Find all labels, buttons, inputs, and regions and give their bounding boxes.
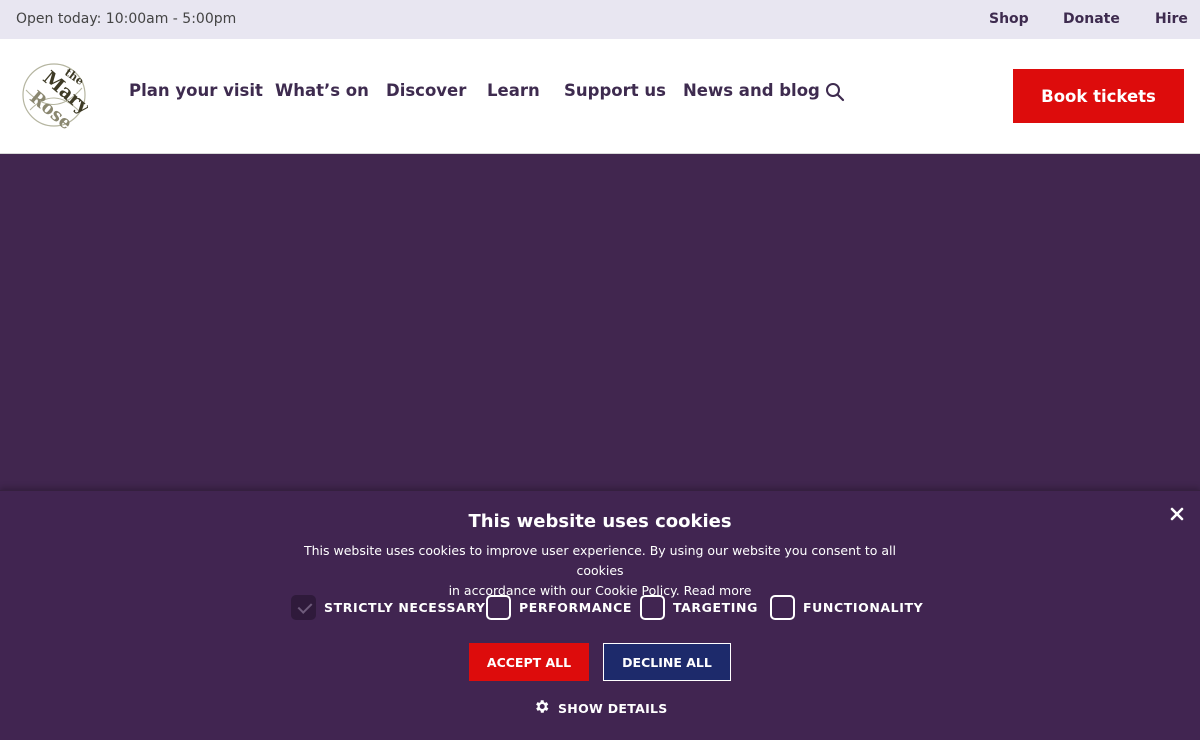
gear-icon bbox=[533, 698, 550, 719]
show-details-label: SHOW DETAILS bbox=[558, 700, 668, 716]
cookie-title: This website uses cookies bbox=[468, 511, 732, 532]
site-header: the Mary Rose Plan your visit What’s on … bbox=[0, 39, 1200, 154]
checkbox-box[interactable] bbox=[640, 594, 665, 620]
cookie-description: This website uses cookies to improve use… bbox=[290, 541, 910, 601]
cookie-banner: This website uses cookies This website u… bbox=[0, 490, 1200, 740]
utility-bar: Open today: 10:00am - 5:00pm Shop Donate… bbox=[0, 0, 1200, 39]
checkbox-strictly-necessary[interactable]: STRICTLY NECESSARY bbox=[291, 594, 486, 620]
book-tickets-button[interactable]: Book tickets bbox=[1013, 69, 1184, 123]
donate-link[interactable]: Donate bbox=[1063, 11, 1120, 27]
checkbox-performance[interactable]: PERFORMANCE bbox=[486, 594, 632, 620]
checkbox-label: PERFORMANCE bbox=[519, 599, 633, 615]
checkbox-functionality[interactable]: FUNCTIONALITY bbox=[770, 594, 923, 620]
checkbox-label: STRICTLY NECESSARY bbox=[324, 599, 486, 615]
nav-learn[interactable]: Learn bbox=[487, 81, 540, 100]
hire-link[interactable]: Hire bbox=[1155, 11, 1188, 27]
checkbox-label: FUNCTIONALITY bbox=[803, 599, 924, 615]
opening-hours: Open today: 10:00am - 5:00pm bbox=[16, 11, 237, 27]
nav-news-and-blog[interactable]: News and blog bbox=[683, 81, 820, 100]
cookie-text-line1: This website uses cookies to improve use… bbox=[303, 543, 896, 578]
show-details-toggle[interactable]: SHOW DETAILS bbox=[533, 698, 668, 718]
shop-link[interactable]: Shop bbox=[989, 11, 1029, 27]
nav-discover[interactable]: Discover bbox=[386, 81, 466, 100]
nav-whats-on[interactable]: What’s on bbox=[275, 81, 369, 100]
search-icon[interactable] bbox=[824, 81, 846, 103]
checkbox-box[interactable] bbox=[770, 594, 795, 620]
nav-support-us[interactable]: Support us bbox=[564, 81, 666, 100]
checkbox-box[interactable] bbox=[291, 594, 316, 620]
accept-all-button[interactable]: ACCEPT ALL bbox=[469, 643, 589, 681]
nav-plan-your-visit[interactable]: Plan your visit bbox=[129, 81, 263, 100]
checkbox-label: TARGETING bbox=[673, 599, 758, 615]
decline-all-button[interactable]: DECLINE ALL bbox=[603, 643, 731, 681]
checkbox-box[interactable] bbox=[486, 594, 511, 620]
mary-rose-logo[interactable]: the Mary Rose bbox=[20, 60, 95, 134]
checkbox-targeting[interactable]: TARGETING bbox=[640, 594, 758, 620]
